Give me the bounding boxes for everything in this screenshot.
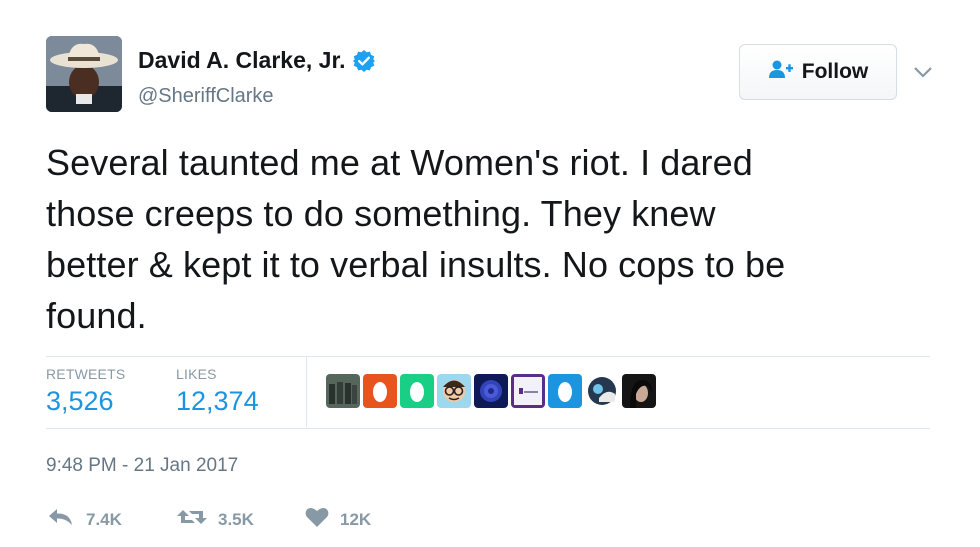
reply-count: 7.4K: [86, 509, 122, 529]
group-photo-avatar[interactable]: [326, 374, 360, 408]
retweet-count: 3.5K: [218, 509, 254, 529]
tweet-text: Several taunted me at Women's riot. I da…: [46, 137, 926, 341]
follow-person-icon: [768, 59, 794, 85]
tweet-line: found.: [46, 295, 147, 336]
retweets-count[interactable]: 3,526: [46, 386, 114, 417]
stats-bottom-divider: [46, 428, 930, 429]
tweet-timestamp[interactable]: 9:48 PM - 21 Jan 2017: [46, 455, 238, 477]
glasses-man-avatar[interactable]: [437, 374, 471, 408]
tweet-line: those creeps to do something. They knew: [46, 193, 716, 234]
heart-icon: [304, 506, 330, 533]
tweet-line: Several taunted me at Women's riot. I da…: [46, 142, 753, 183]
reply-icon: [46, 506, 76, 533]
chevron-down-icon[interactable]: [912, 64, 934, 80]
retweet-icon: [176, 506, 208, 533]
logo-avatar[interactable]: [511, 374, 545, 408]
profile-avatar[interactable]: [46, 36, 122, 112]
display-name[interactable]: David A. Clarke, Jr.: [138, 47, 376, 74]
liker-avatars: [326, 374, 656, 408]
cartoon-avatar[interactable]: [585, 374, 619, 408]
egg-avatar[interactable]: [400, 374, 434, 408]
blue-rose-avatar[interactable]: [474, 374, 508, 408]
display-name-text[interactable]: David A. Clarke, Jr.: [138, 47, 346, 74]
follow-button[interactable]: Follow: [739, 44, 897, 100]
verified-badge-icon: [352, 49, 376, 73]
follow-button-label: Follow: [801, 60, 869, 83]
like-count: 12K: [340, 509, 372, 529]
retweets-label[interactable]: RETWEETS: [46, 366, 125, 382]
reply-action[interactable]: 7.4K: [46, 506, 122, 533]
retweet-action[interactable]: 3.5K: [176, 506, 254, 533]
like-action[interactable]: 12K: [304, 506, 371, 533]
likes-count[interactable]: 12,374: [176, 386, 259, 417]
tweet-line: better & kept it to verbal insults. No c…: [46, 244, 786, 285]
likes-label[interactable]: LIKES: [176, 366, 217, 382]
stats-vertical-divider: [306, 357, 307, 427]
stats-top-divider: [46, 356, 930, 357]
egg-avatar[interactable]: [548, 374, 582, 408]
user-handle[interactable]: @SheriffClarke: [138, 85, 274, 108]
egg-avatar[interactable]: [363, 374, 397, 408]
dark-hair-avatar[interactable]: [622, 374, 656, 408]
